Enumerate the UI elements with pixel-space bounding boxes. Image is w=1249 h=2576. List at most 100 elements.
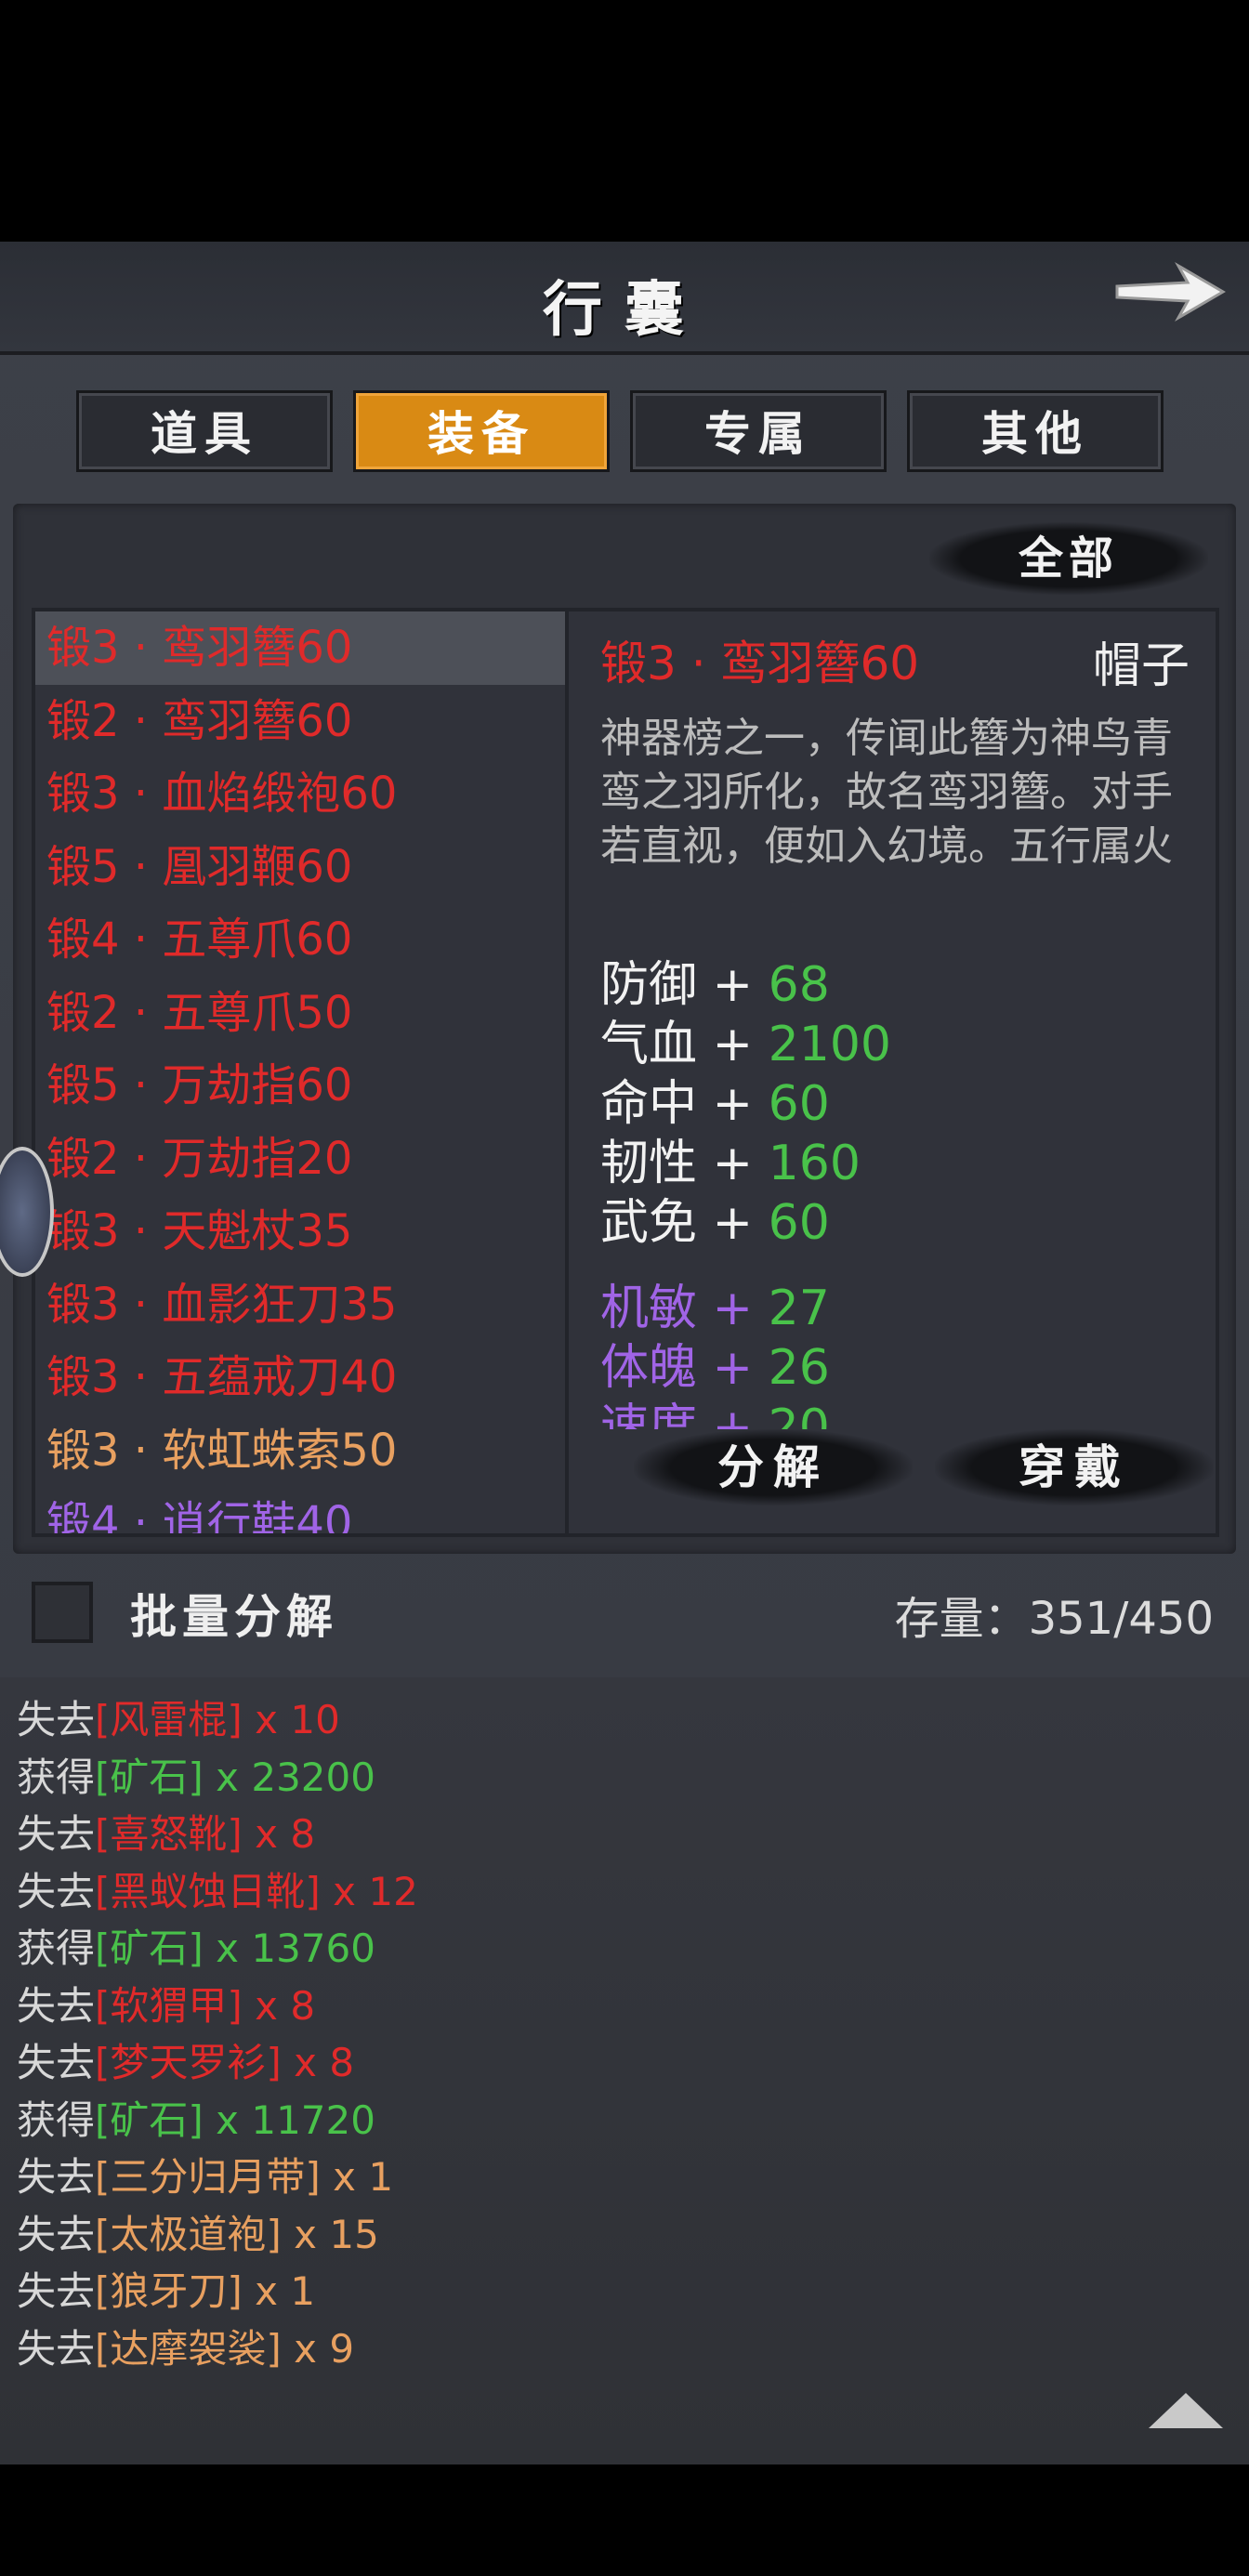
stat-value: 60 xyxy=(768,1195,830,1251)
stat-name: 气血 xyxy=(600,1017,698,1072)
log-action: 失去 xyxy=(17,2325,96,2372)
scroll-up-icon[interactable] xyxy=(1149,2393,1223,2428)
right-arrow-icon[interactable] xyxy=(1110,255,1230,329)
log-entry: 失去[喜怒靴] x 8 xyxy=(17,1803,315,1860)
log-quantity: x 8 xyxy=(242,1811,316,1857)
equipment-list-item[interactable]: 锻3 · 软虹蛛索50 xyxy=(35,1414,565,1488)
stat-row: 防御 + 68 xyxy=(600,955,1195,1015)
log-item: [矿石] xyxy=(95,1925,204,1971)
log-quantity: x 12 xyxy=(320,1868,418,1914)
event-log: 失去[风雷棍] x 10 获得[矿石] x 23200 失去[喜怒靴] x 8 失去[… xyxy=(0,1677,1249,2464)
stat-plus: + xyxy=(697,1340,769,1396)
log-entry: 失去[三分归月带] x 1 xyxy=(17,2146,393,2202)
log-item: [太极道袍] xyxy=(95,2211,282,2257)
stat-plus: + xyxy=(697,1017,769,1072)
tab-other[interactable]: 其他 xyxy=(907,390,1164,472)
log-action: 失去 xyxy=(17,2268,96,2314)
storage-count: 存量：351/450 xyxy=(894,1593,1214,1645)
stat-value: 26 xyxy=(768,1340,830,1396)
log-quantity: x 15 xyxy=(281,2211,379,2257)
log-action: 获得 xyxy=(17,1754,96,1800)
stat-plus: + xyxy=(697,1136,769,1191)
log-item: [黑蚁蚀日靴] xyxy=(95,1868,321,1914)
log-action: 失去 xyxy=(17,2211,96,2257)
equip-button[interactable]: 穿戴 xyxy=(935,1429,1214,1505)
log-entry: 失去[达摩袈裟] x 9 xyxy=(17,2318,354,2374)
log-action: 失去 xyxy=(17,2154,96,2200)
stat-value: 68 xyxy=(768,957,830,1013)
log-quantity: x 10 xyxy=(242,1697,340,1742)
stat-value: 160 xyxy=(768,1136,861,1191)
page-title: 行囊 xyxy=(543,275,706,345)
stat-name: 命中 xyxy=(600,1076,698,1132)
equipment-list-item[interactable]: 锻4 · 逍行鞋40 xyxy=(35,1487,565,1533)
equipment-list[interactable]: 锻3 · 鸾羽簪60 锻2 · 鸾羽簪60 锻3 · 血焰缎袍60 锻5 · 凰羽鞭6… xyxy=(32,608,569,1537)
stat-gap xyxy=(600,1253,1195,1279)
tab-items[interactable]: 道具 xyxy=(76,390,333,472)
detail-stats[interactable]: 防御 + 68 气血 + 2100 命中 + 60 韧性 + 160 武免 + 60 机敏… xyxy=(600,955,1195,1429)
equipment-list-item[interactable]: 锻5 · 万劫指60 xyxy=(35,1049,565,1123)
log-quantity: x 11720 xyxy=(203,2096,375,2143)
stat-plus: + xyxy=(697,1281,769,1336)
log-action: 失去 xyxy=(17,1697,96,1742)
stat-value: 20 xyxy=(768,1400,830,1429)
log-action: 获得 xyxy=(17,2096,96,2143)
log-quantity: x 23200 xyxy=(203,1754,375,1800)
log-entry: 失去[狼牙刀] x 1 xyxy=(17,2260,315,2317)
equipment-list-item[interactable]: 锻2 · 鸾羽簪60 xyxy=(35,685,565,758)
decompose-button[interactable]: 分解 xyxy=(634,1429,913,1505)
detail-item-type: 帽子 xyxy=(1092,638,1190,694)
batch-decompose-row: 批量分解 存量：351/450 xyxy=(0,1561,1249,1654)
log-item: [狼牙刀] xyxy=(95,2268,243,2314)
log-entry: 失去[软猬甲] x 8 xyxy=(17,1975,315,2031)
stat-row: 武免 + 60 xyxy=(600,1193,1195,1253)
filter-all-button[interactable]: 全部 xyxy=(929,522,1208,595)
stat-row: 韧性 + 160 xyxy=(600,1134,1195,1193)
batch-decompose-label: 批量分解 xyxy=(130,1589,338,1644)
log-item: [软猬甲] xyxy=(95,1982,243,2029)
log-action: 失去 xyxy=(17,1811,96,1857)
inventory-screen: 行囊 道具 装备 专属 其他 全部 锻3 · 鸾羽簪60 锻2 · 鸾羽簪60 锻3… xyxy=(0,242,1249,1677)
log-entry: 失去[黑蚁蚀日靴] x 12 xyxy=(17,1860,418,1917)
tab-equipment[interactable]: 装备 xyxy=(353,390,610,472)
category-tabs: 道具 装备 专属 其他 xyxy=(76,390,1173,476)
batch-decompose-checkbox[interactable] xyxy=(32,1582,93,1643)
stat-row: 机敏 + 27 xyxy=(600,1279,1195,1338)
stat-name: 韧性 xyxy=(600,1136,698,1191)
log-entry: 获得[矿石] x 11720 xyxy=(17,2089,375,2146)
stat-value: 27 xyxy=(768,1281,830,1336)
equipment-list-item[interactable]: 锻3 · 鸾羽簪60 xyxy=(35,611,565,685)
tab-exclusive[interactable]: 专属 xyxy=(630,390,887,472)
bottom-black-bar xyxy=(0,2464,1249,2576)
header-bar: 行囊 xyxy=(0,242,1249,355)
stat-value: 60 xyxy=(768,1076,830,1132)
log-quantity: x 8 xyxy=(242,1982,316,2029)
log-item: [梦天罗衫] xyxy=(95,2040,282,2085)
stat-name: 武免 xyxy=(600,1195,698,1251)
stat-plus: + xyxy=(697,1195,769,1251)
equipment-list-item[interactable]: 锻3 · 天魁杖35 xyxy=(35,1195,565,1268)
equipment-list-item[interactable]: 锻3 · 五蕴戒刀40 xyxy=(35,1341,565,1414)
equipment-list-item[interactable]: 锻4 · 五尊爪60 xyxy=(35,903,565,977)
detail-description: 神器榜之一，传闻此簪为神鸟青鸾之羽所化，故名鸾羽簪。对手若直视，便如入幻境。五行… xyxy=(600,715,1173,870)
equipment-list-item[interactable]: 锻2 · 五尊爪50 xyxy=(35,977,565,1050)
equipment-list-item[interactable]: 锻3 · 血影狂刀35 xyxy=(35,1268,565,1342)
equipment-list-item[interactable]: 锻5 · 凰羽鞭60 xyxy=(35,831,565,904)
stat-plus: + xyxy=(697,957,769,1013)
log-item: [三分归月带] xyxy=(95,2154,321,2200)
log-item: [达摩袈裟] xyxy=(95,2325,282,2372)
top-black-bar xyxy=(0,0,1249,242)
stat-row: 命中 + 60 xyxy=(600,1074,1195,1134)
log-entry: 失去[梦天罗衫] x 8 xyxy=(17,2031,354,2088)
log-entry: 失去[太极道袍] x 15 xyxy=(17,2203,379,2260)
stat-name: 体魄 xyxy=(600,1340,698,1396)
log-item: [矿石] xyxy=(95,2096,204,2143)
stat-plus: + xyxy=(697,1076,769,1132)
log-quantity: x 9 xyxy=(281,2325,355,2372)
item-detail: 锻3 · 鸾羽簪60 帽子 神器榜之一，传闻此簪为神鸟青鸾之羽所化，故名鸾羽簪。… xyxy=(569,608,1219,1537)
log-quantity: x 1 xyxy=(242,2268,316,2314)
equipment-list-item[interactable]: 锻3 · 血焰缎袍60 xyxy=(35,757,565,831)
log-action: 失去 xyxy=(17,1982,96,2029)
equipment-list-item[interactable]: 锻2 · 万劫指20 xyxy=(35,1123,565,1196)
stat-name: 速度 xyxy=(600,1400,698,1429)
